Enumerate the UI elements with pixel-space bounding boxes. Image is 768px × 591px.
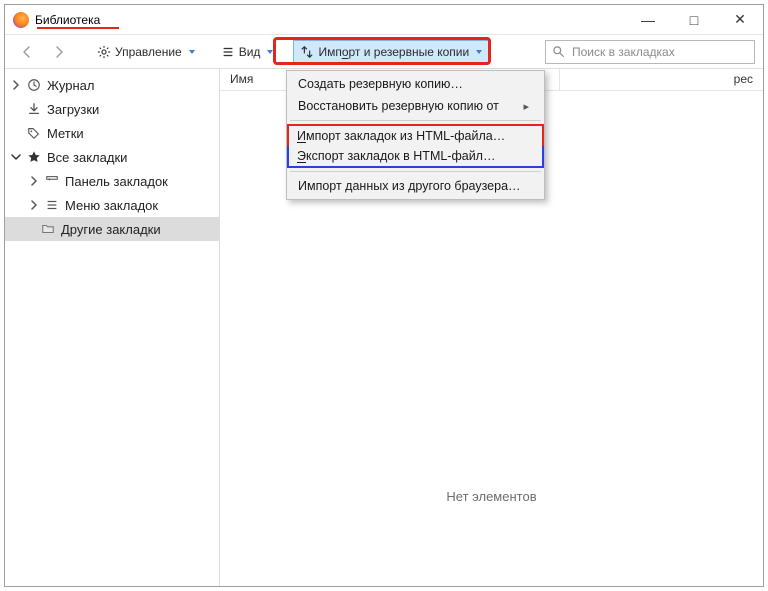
tree-label: Меню закладок [65,198,158,213]
tree-all-bookmarks[interactable]: Все закладки [5,145,219,169]
tree-label: Все закладки [47,150,127,165]
download-icon [26,101,42,117]
chevron-right-icon: ▸ [523,100,529,113]
search-icon [552,45,565,58]
menu-separator [290,171,541,172]
menu-create-backup[interactable]: Создать резервную копию… [288,73,543,95]
chevron-down-icon[interactable] [9,150,23,164]
tag-icon [26,125,42,141]
titlebar: Библиотека — □ ✕ [5,5,763,35]
maximize-button[interactable]: □ [671,5,717,35]
tree-label: Другие закладки [61,222,161,237]
menu-import-browser[interactable]: Импорт данных из другого браузера… [288,175,543,197]
folder-icon [40,221,56,237]
tree-label: Загрузки [47,102,99,117]
tree-label: Журнал [47,78,94,93]
sidebar-tree: Журнал Загрузки Метки [5,69,220,586]
import-backup-menu: Создать резервную копию… Восстановить ре… [286,70,545,200]
tree-bookmarks-toolbar[interactable]: Панель закладок [5,169,219,193]
menu-label: Импорт данных из другого браузера… [298,179,521,193]
menu-restore[interactable]: Восстановить резервную копию от ▸ [288,95,543,117]
forward-button[interactable] [45,40,73,64]
import-export-icon [300,45,314,59]
toolbar-icon [44,173,60,189]
close-button[interactable]: ✕ [717,5,763,35]
twisty-spacer [9,126,23,140]
tree-tags[interactable]: Метки [5,121,219,145]
manage-label: Управление [115,45,182,59]
chevron-right-icon[interactable] [27,174,41,188]
twisty-spacer [9,102,23,116]
arrow-left-icon [19,44,35,60]
tree-label: Метки [47,126,84,141]
minimize-button[interactable]: — [625,5,671,35]
col-address[interactable]: рес [560,69,763,90]
search-input[interactable] [570,44,748,60]
tree-label: Панель закладок [65,174,168,189]
library-window: Библиотека — □ ✕ [4,4,764,587]
view-menu-button[interactable]: Вид [215,40,280,64]
window-controls: — □ ✕ [625,5,763,35]
window-title: Библиотека [35,13,100,27]
clock-icon [26,77,42,93]
menu-label: Экспорт закладок в HTML-файл… [297,149,495,163]
menu-label: Восстановить резервную копию от [298,99,499,113]
menu-label: Создать резервную копию… [298,77,463,91]
highlight-underline [37,27,119,29]
tree-bookmarks-menu[interactable]: Меню закладок [5,193,219,217]
menu-icon [44,197,60,213]
firefox-icon [13,12,29,28]
toolbar: Управление Вид Импорт и резервные копии [5,35,763,69]
import-backup-menu-button[interactable]: Импорт и резервные копии [293,40,489,64]
tree-history[interactable]: Журнал [5,73,219,97]
menu-separator [290,120,541,121]
back-button[interactable] [13,40,41,64]
gear-icon [97,45,111,59]
chevron-right-icon[interactable] [9,78,23,92]
empty-message: Нет элементов [220,489,763,504]
manage-menu-button[interactable]: Управление [91,40,201,64]
chevron-right-icon[interactable] [27,198,41,212]
star-icon [26,149,42,165]
arrow-right-icon [51,44,67,60]
search-box[interactable] [545,40,755,64]
menu-export-html[interactable]: Экспорт закладок в HTML-файл… [287,146,544,168]
tree-other-bookmarks[interactable]: Другие закладки [5,217,219,241]
list-icon [221,45,235,59]
view-label: Вид [239,45,261,59]
menu-import-html[interactable]: Импорт закладок из HTML-файла… [287,124,544,146]
menu-label: Импорт закладок из HTML-файла… [297,129,505,143]
tree-downloads[interactable]: Загрузки [5,97,219,121]
